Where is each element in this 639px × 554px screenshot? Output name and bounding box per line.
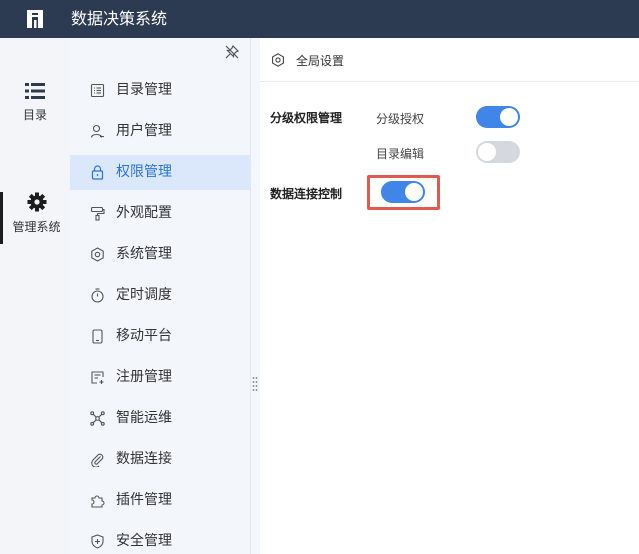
panel-divider bbox=[250, 38, 260, 554]
option-label-hierarchical-grant: 分级授权 bbox=[376, 112, 425, 126]
submenu-item-label: 权限管理 bbox=[116, 164, 172, 180]
toggle-knob bbox=[500, 108, 518, 126]
submenu-item-users[interactable]: 用户管理 bbox=[70, 114, 250, 149]
catalog-icon bbox=[90, 83, 105, 98]
submenu-item-security[interactable]: 安全管理 bbox=[70, 524, 250, 554]
paperclip-icon bbox=[91, 453, 104, 467]
network-icon bbox=[90, 411, 105, 426]
nav-category-catalog[interactable]: 目录 bbox=[0, 82, 70, 123]
submenu-item-label: 注册管理 bbox=[116, 369, 172, 385]
submenu-item-label: 用户管理 bbox=[116, 123, 172, 139]
shield-icon bbox=[91, 534, 104, 549]
submenu-item-register[interactable]: 注册管理 bbox=[70, 360, 250, 395]
submenu-item-label: 系统管理 bbox=[116, 246, 172, 262]
register-icon bbox=[91, 371, 104, 384]
toggle-hierarchical-grant[interactable] bbox=[476, 106, 520, 128]
gear-icon bbox=[27, 192, 46, 212]
option-label-catalog-edit: 目录编辑 bbox=[376, 147, 425, 161]
submenu-item-permissions[interactable]: 权限管理 bbox=[70, 155, 250, 190]
section-title-hierarchical-permission: 分级权限管理 bbox=[270, 111, 343, 125]
submenu-item-ops[interactable]: 智能运维 bbox=[70, 401, 250, 436]
app-logo-icon bbox=[27, 10, 43, 28]
nav-category-label: 管理系统 bbox=[12, 220, 61, 234]
submenu-item-label: 安全管理 bbox=[116, 533, 172, 549]
lock-icon bbox=[91, 165, 104, 180]
puzzle-icon bbox=[91, 495, 105, 508]
section-title-data-connection-control: 数据连接控制 bbox=[270, 187, 343, 201]
user-icon bbox=[90, 124, 104, 138]
submenu-item-label: 定时调度 bbox=[116, 287, 172, 303]
pin-icon[interactable] bbox=[225, 45, 239, 59]
submenu-item-catalog[interactable]: 目录管理 bbox=[70, 73, 250, 108]
nav-category-label: 目录 bbox=[22, 108, 47, 122]
submenu-item-data-connection[interactable]: 数据连接 bbox=[70, 442, 250, 477]
submenu-item-label: 数据连接 bbox=[116, 451, 172, 467]
highlight-box bbox=[367, 175, 440, 210]
submenu-item-system[interactable]: 系统管理 bbox=[70, 237, 250, 272]
submenu-item-mobile[interactable]: 移动平台 bbox=[70, 319, 250, 354]
mobile-icon bbox=[92, 329, 103, 344]
submenu-item-label: 目录管理 bbox=[116, 82, 172, 98]
submenu-item-label: 移动平台 bbox=[116, 328, 172, 344]
submenu-item-label: 智能运维 bbox=[116, 410, 172, 426]
settings-gear-icon bbox=[272, 53, 284, 67]
timer-icon bbox=[91, 288, 104, 303]
submenu-item-label: 外观配置 bbox=[116, 205, 172, 221]
settings-icon bbox=[91, 247, 104, 262]
submenu-item-plugins[interactable]: 插件管理 bbox=[70, 483, 250, 518]
nav-category-admin[interactable]: 管理系统 bbox=[0, 192, 70, 244]
submenu-item-appearance[interactable]: 外观配置 bbox=[70, 196, 250, 231]
toggle-catalog-edit[interactable] bbox=[476, 141, 520, 163]
paint-roller-icon bbox=[90, 206, 105, 221]
list-icon bbox=[25, 83, 45, 99]
app-title: 数据决策系统 bbox=[71, 9, 168, 28]
resize-handle-icon[interactable] bbox=[252, 376, 258, 392]
submenu-item-label: 插件管理 bbox=[116, 492, 172, 508]
page-title: 全局设置 bbox=[296, 54, 345, 68]
toggle-knob bbox=[478, 143, 496, 161]
submenu-item-schedule[interactable]: 定时调度 bbox=[70, 278, 250, 313]
